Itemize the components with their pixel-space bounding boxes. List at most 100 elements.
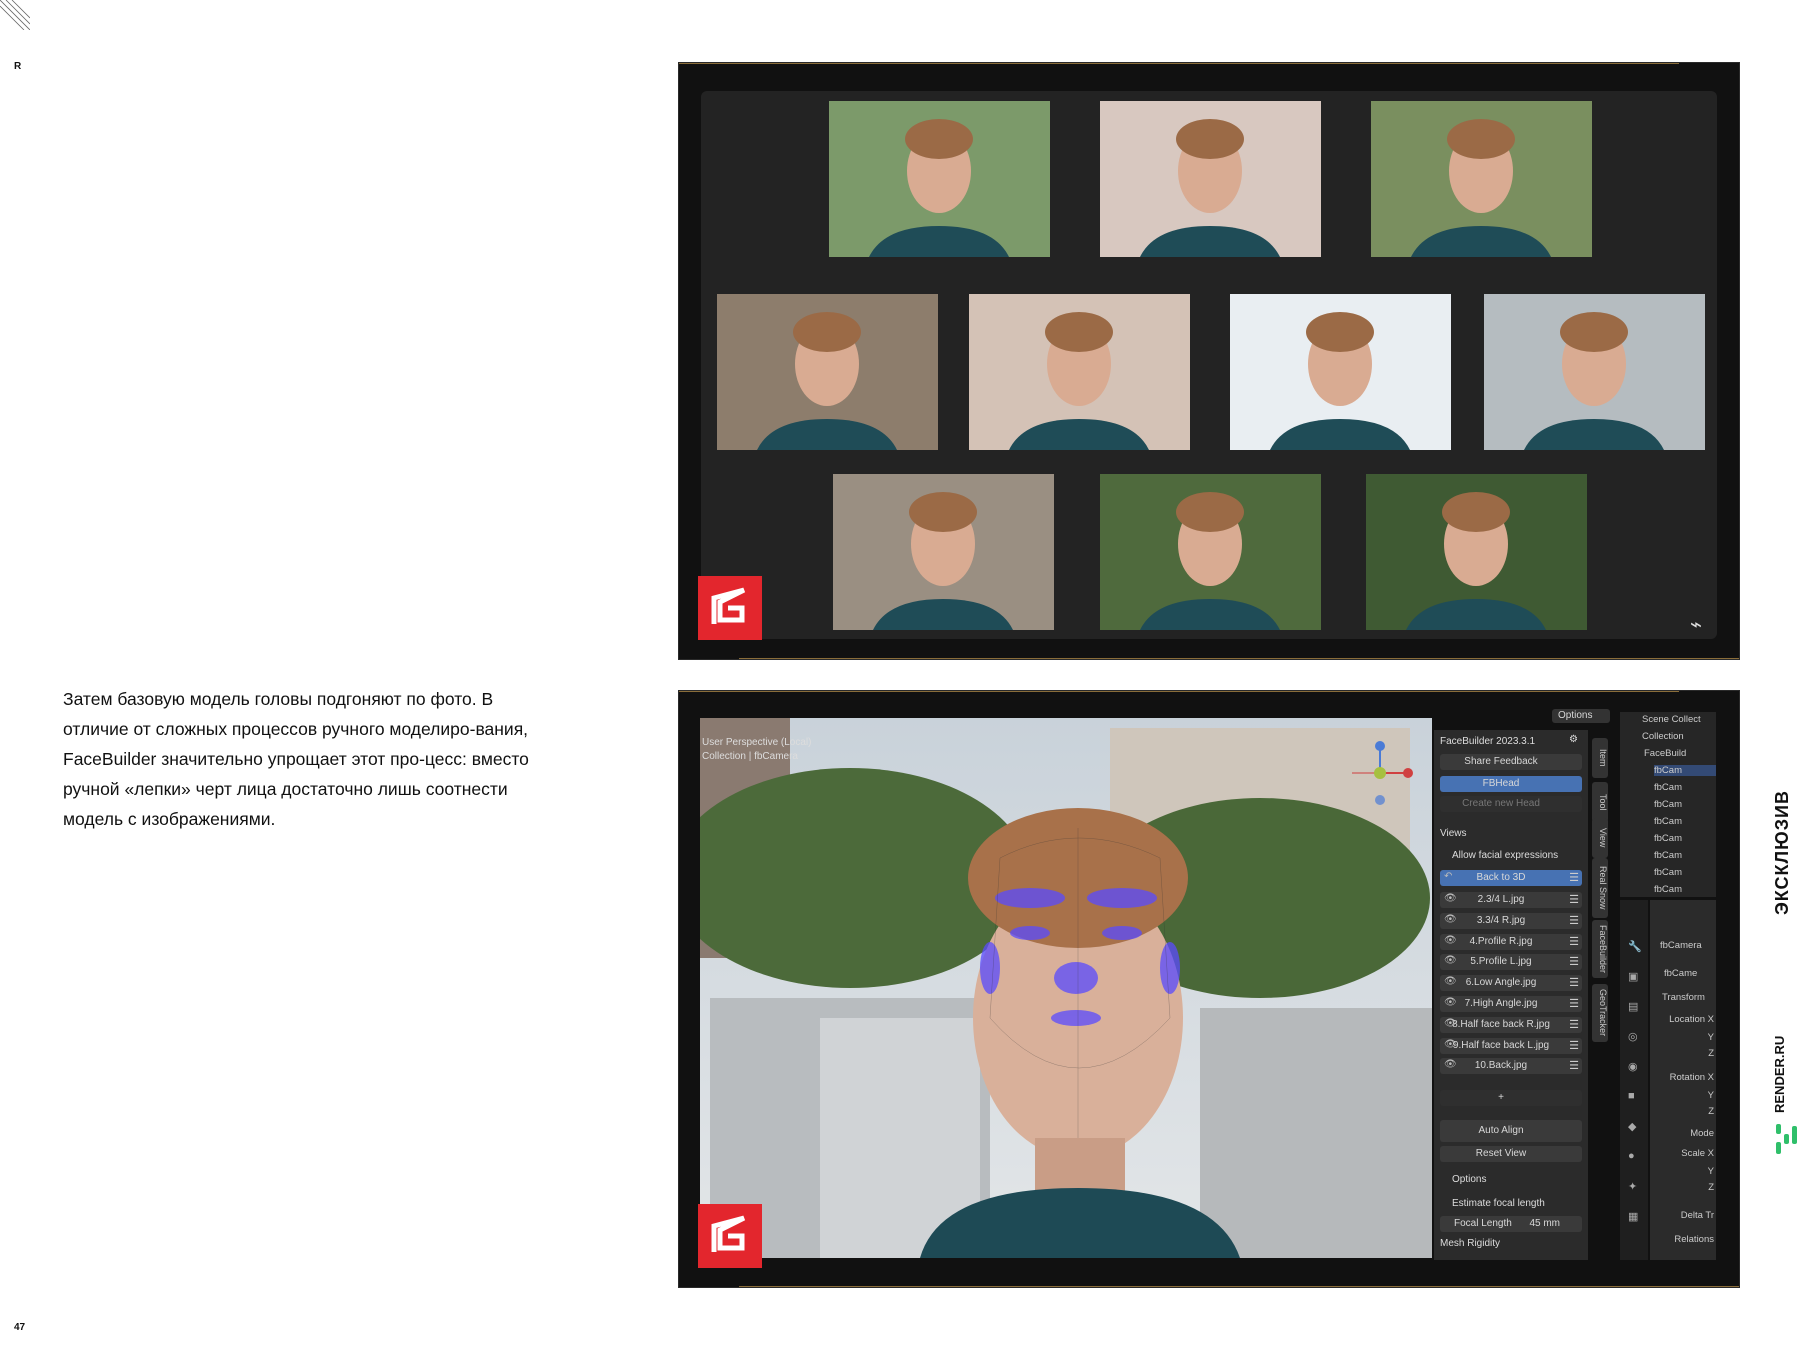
magazine-letter: R bbox=[14, 61, 22, 72]
view-row[interactable]: 👁 2.3/4 L.jpg ☰ bbox=[1440, 892, 1582, 908]
views-header[interactable]: Views bbox=[1440, 828, 1467, 839]
reference-photo bbox=[1100, 101, 1321, 257]
menu-icon[interactable]: ☰ bbox=[1569, 1059, 1579, 1072]
view-row[interactable]: 👁 9.Half face back L.jpg ☰ bbox=[1440, 1037, 1582, 1054]
location-x-label: Location X bbox=[1669, 1014, 1714, 1025]
reference-photo bbox=[829, 101, 1050, 257]
menu-icon[interactable]: ☰ bbox=[1569, 976, 1579, 989]
estimate-focal-length-checkbox[interactable]: Estimate focal length bbox=[1452, 1198, 1545, 1209]
back-to-3d-button[interactable]: ↶ Back to 3D ☰ bbox=[1440, 870, 1582, 886]
share-feedback-button[interactable]: Share Feedback bbox=[1440, 754, 1582, 770]
scale-y-label: Y bbox=[1707, 1166, 1714, 1177]
add-view-button[interactable]: + bbox=[1440, 1090, 1582, 1106]
options-dropdown[interactable]: Options bbox=[1552, 709, 1610, 723]
sidebar-tab[interactable]: FaceBuilder bbox=[1592, 920, 1608, 978]
reference-photo bbox=[1371, 101, 1592, 257]
sidebar-tab[interactable]: GeoTracker bbox=[1592, 984, 1608, 1042]
view-row[interactable]: 👁 8.Half face back R.jpg ☰ bbox=[1440, 1016, 1582, 1033]
options-header[interactable]: Options bbox=[1452, 1174, 1486, 1185]
outliner-item[interactable]: fbCam bbox=[1654, 867, 1682, 878]
viewport-collection-label: Collection | fbCamera bbox=[702, 751, 798, 762]
physics-icon: ● bbox=[1628, 1150, 1635, 1162]
modifier-icon: ◆ bbox=[1628, 1121, 1637, 1133]
tool-icon: 🔧 bbox=[1628, 941, 1642, 953]
frame-accent-line bbox=[739, 1286, 1739, 1287]
3d-viewport[interactable]: User Perspective (Local) Collection | fb… bbox=[700, 718, 1432, 1258]
output-icon: ▤ bbox=[1628, 1001, 1639, 1013]
frame-accent-line bbox=[679, 691, 1679, 692]
view-row[interactable]: 👁 4.Profile R.jpg ☰ bbox=[1440, 933, 1582, 950]
sidebar-tab[interactable]: Item bbox=[1592, 738, 1608, 778]
outliner-item[interactable]: fbCam bbox=[1654, 816, 1682, 827]
navigation-gizmo[interactable] bbox=[1340, 738, 1420, 808]
menu-icon[interactable]: ☰ bbox=[1569, 893, 1579, 906]
reference-photo bbox=[969, 294, 1190, 450]
outliner-item[interactable]: fbCam bbox=[1654, 782, 1682, 793]
menu-icon[interactable]: ☰ bbox=[1569, 1039, 1579, 1052]
scene-icon: ◎ bbox=[1628, 1031, 1638, 1043]
data-icon: ▦ bbox=[1628, 1211, 1639, 1223]
properties-tab-icons[interactable]: 🔧 ▣ ▤ ◎ ◉ ■ ◆ ● ✦ ▦ bbox=[1620, 900, 1648, 1260]
outliner-item[interactable]: fbCam bbox=[1654, 799, 1682, 810]
outliner-item[interactable]: fbCam bbox=[1654, 765, 1716, 776]
view-row[interactable]: 👁 6.Low Angle.jpg ☰ bbox=[1440, 975, 1582, 992]
view-row[interactable]: 👁 7.High Angle.jpg ☰ bbox=[1440, 996, 1582, 1012]
gear-icon[interactable]: ⚙ bbox=[1569, 734, 1578, 745]
section-label: ЭКСКЛЮЗИВ bbox=[1772, 790, 1792, 915]
studio-watermark-icon: ⌁ bbox=[1690, 614, 1703, 636]
viewport-photo bbox=[700, 718, 1432, 1258]
page-number: 47 bbox=[14, 1322, 26, 1333]
constraint-icon: ✦ bbox=[1628, 1181, 1638, 1193]
menu-icon[interactable]: ☰ bbox=[1569, 997, 1579, 1010]
reference-photo bbox=[717, 294, 938, 450]
object-name-field[interactable]: fbCamera bbox=[1660, 940, 1714, 951]
rotation-y-label: Y bbox=[1707, 1090, 1714, 1101]
auto-align-button[interactable]: Auto Align bbox=[1440, 1120, 1582, 1142]
viewport-perspective-label: User Perspective (Local) bbox=[702, 737, 812, 748]
outliner-item[interactable]: FaceBuild bbox=[1644, 748, 1686, 759]
outliner-item[interactable]: fbCam bbox=[1654, 850, 1682, 861]
delta-transform-header[interactable]: Delta Tr bbox=[1681, 1210, 1714, 1221]
view-row[interactable]: 👁 5.Profile L.jpg ☰ bbox=[1440, 954, 1582, 971]
menu-icon[interactable]: ☰ bbox=[1569, 955, 1579, 968]
object-icon: ■ bbox=[1628, 1090, 1635, 1102]
scale-x-label: Scale X bbox=[1681, 1148, 1714, 1159]
sidebar-tab[interactable]: Tool bbox=[1592, 782, 1608, 822]
frame-accent-line bbox=[679, 63, 1679, 64]
reset-view-button[interactable]: Reset View bbox=[1440, 1146, 1582, 1162]
sidebar-tab[interactable]: Real Snow bbox=[1592, 858, 1608, 918]
relations-header[interactable]: Relations bbox=[1674, 1234, 1714, 1245]
view-row[interactable]: 👁 10.Back.jpg ☰ bbox=[1440, 1058, 1582, 1075]
menu-icon[interactable]: ☰ bbox=[1569, 935, 1579, 948]
data-name-field[interactable]: fbCame bbox=[1664, 968, 1714, 979]
transform-header[interactable]: Transform bbox=[1662, 992, 1714, 1003]
menu-icon[interactable]: ☰ bbox=[1569, 1018, 1579, 1031]
reference-photo bbox=[833, 474, 1054, 630]
outliner-item[interactable]: fbCam bbox=[1654, 884, 1682, 895]
panel-title: FaceBuilder 2023.3.1 bbox=[1440, 736, 1536, 747]
outliner-item[interactable]: Scene Collect bbox=[1642, 714, 1701, 725]
view-row[interactable]: 👁 3.3/4 R.jpg ☰ bbox=[1440, 912, 1582, 929]
mesh-rigidity-label: Mesh Rigidity bbox=[1440, 1238, 1501, 1249]
reference-photo bbox=[1100, 474, 1321, 630]
create-new-head-button[interactable]: Create new Head bbox=[1440, 796, 1582, 812]
menu-icon[interactable]: ☰ bbox=[1569, 914, 1579, 927]
sidebar-tab[interactable]: View bbox=[1592, 818, 1608, 858]
properties-panel: fbCamera fbCame Transform Location X Y Z… bbox=[1650, 900, 1716, 1260]
article-paragraph: Затем базовую модель головы подгоняют по… bbox=[63, 689, 529, 829]
reference-photo bbox=[1230, 294, 1451, 450]
keentools-logo-icon bbox=[698, 576, 762, 640]
focal-length-field[interactable]: Focal Length 45 mm bbox=[1440, 1216, 1582, 1232]
outliner-item[interactable]: fbCam bbox=[1654, 833, 1682, 844]
rotation-x-label: Rotation X bbox=[1669, 1072, 1714, 1083]
corner-hatch-decoration bbox=[0, 0, 30, 30]
world-icon: ◉ bbox=[1628, 1061, 1638, 1073]
head-select-button[interactable]: FBHead bbox=[1440, 776, 1582, 792]
location-z-label: Z bbox=[1708, 1048, 1714, 1059]
scale-z-label: Z bbox=[1708, 1182, 1714, 1193]
outliner-item[interactable]: Collection bbox=[1642, 731, 1684, 742]
brand-logo-icon bbox=[1776, 1124, 1797, 1154]
facebuilder-panel: FaceBuilder 2023.3.1 ⚙ Share Feedback FB… bbox=[1434, 730, 1588, 1260]
allow-facial-expressions-checkbox[interactable]: Allow facial expressions bbox=[1452, 850, 1558, 861]
rotation-z-label: Z bbox=[1708, 1106, 1714, 1117]
